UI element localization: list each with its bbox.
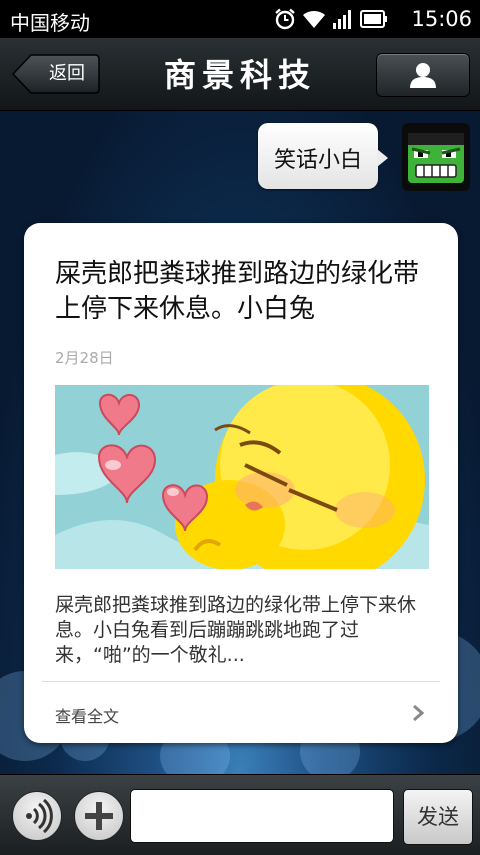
yellow-chick-hearts-illustration bbox=[55, 385, 429, 569]
voice-icon bbox=[26, 798, 53, 834]
back-button[interactable]: 返回 bbox=[12, 54, 100, 94]
wifi-icon bbox=[303, 10, 325, 28]
sent-message-bubble[interactable]: 笑话小白 bbox=[258, 123, 388, 189]
profile-button[interactable] bbox=[376, 53, 470, 97]
status-bar: 中国移动 15:06 bbox=[0, 0, 480, 38]
signal-icon bbox=[333, 10, 351, 29]
alarm-icon bbox=[275, 8, 295, 30]
chevron-right-icon bbox=[413, 704, 424, 722]
article-date: 2月28日 bbox=[55, 349, 114, 367]
title-bar: 返回 商景科技 bbox=[0, 38, 480, 111]
message-input[interactable] bbox=[130, 789, 394, 843]
read-more-button[interactable]: 查看全文 bbox=[24, 682, 458, 743]
voice-button[interactable] bbox=[12, 791, 62, 841]
article-card[interactable]: 屎壳郎把粪球推到路边的绿化带上停下来休息。小白兔 2月28日 屎壳郎把粪球推到路… bbox=[24, 223, 458, 743]
article-image[interactable] bbox=[55, 385, 429, 569]
green-monster-avatar-icon bbox=[408, 133, 464, 183]
carrier-name: 中国移动 bbox=[10, 11, 90, 35]
chat-area: 笑话小白 屎壳郎把粪球推到路边的绿化带上停下来休息。小白兔 2月28日 屎壳郎把… bbox=[0, 111, 480, 774]
plus-button[interactable] bbox=[74, 791, 124, 841]
plus-icon bbox=[85, 802, 113, 830]
article-summary: 屎壳郎把粪球推到路边的绿化带上停下来休息。小白兔看到后蹦蹦跳跳地跑了过来，“啪”… bbox=[55, 594, 417, 666]
page-title: 商景科技 bbox=[163, 56, 316, 94]
avatar[interactable] bbox=[402, 123, 470, 191]
input-bar: 发送 bbox=[0, 774, 480, 855]
clock-time: 15:06 bbox=[411, 7, 472, 31]
article-title[interactable]: 屎壳郎把粪球推到路边的绿化带上停下来休息。小白兔 bbox=[55, 257, 433, 327]
battery-icon bbox=[360, 10, 387, 28]
person-icon bbox=[410, 63, 436, 88]
sent-message-text: 笑话小白 bbox=[273, 148, 362, 173]
status-icons bbox=[274, 8, 388, 30]
send-button[interactable]: 发送 bbox=[403, 789, 473, 845]
back-button-label: 返回 bbox=[49, 63, 85, 84]
read-more-label: 查看全文 bbox=[55, 707, 120, 726]
